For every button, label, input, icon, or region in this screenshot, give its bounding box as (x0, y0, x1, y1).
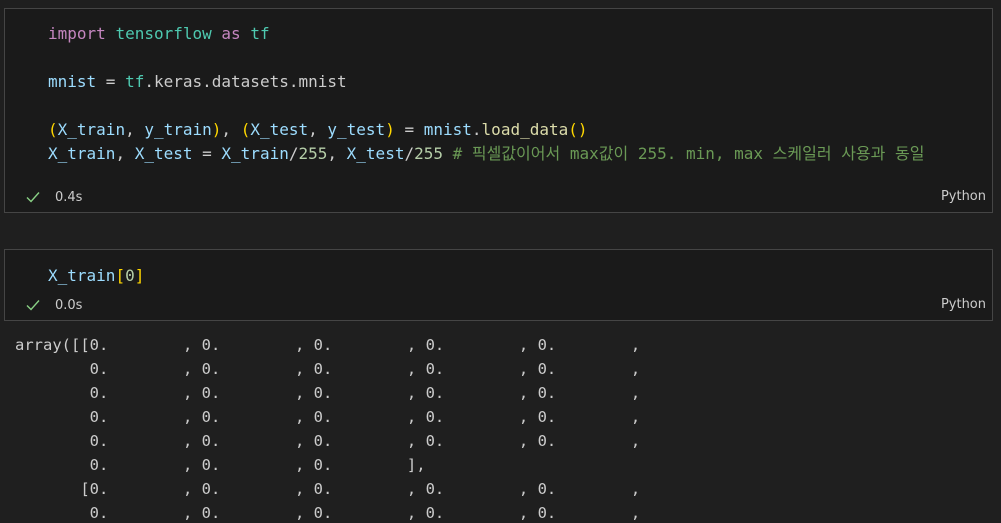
code-editor[interactable]: X_train[0] (48, 264, 144, 288)
execution-time: 0.4s (55, 189, 83, 205)
code-token: = (96, 72, 126, 91)
code-line: (X_train, y_train), (X_test, y_test) = m… (48, 118, 924, 142)
code-token: y_test (327, 120, 386, 139)
code-line: mnist = tf.keras.datasets.mnist (48, 70, 924, 94)
cell-language[interactable]: Python (941, 188, 986, 206)
code-token: 255 (298, 144, 328, 163)
execution-status: 0.0s (25, 296, 82, 314)
code-token: X_train (57, 120, 126, 139)
output-line: 0. , 0. , 0. , 0. , 0. , (15, 360, 641, 378)
execution-time: 0.0s (55, 297, 83, 313)
code-token: 0 (125, 266, 135, 285)
code-token: import (48, 24, 106, 43)
code-token: mnist (48, 72, 97, 91)
check-icon (26, 300, 40, 311)
code-token: tensorflow (115, 24, 212, 43)
code-token: as (221, 24, 241, 43)
code-token: X_train (48, 266, 116, 285)
code-token: # 픽셀값이어서 max값이 255. min, max 스케일러 사용과 동일 (443, 144, 925, 163)
code-token: () (568, 120, 588, 139)
code-editor[interactable]: import tensorflow as tf mnist = tf.keras.… (48, 22, 924, 166)
code-token: X_test (250, 120, 309, 139)
code-token: X_test (134, 144, 193, 163)
code-token: .keras.datasets.mnist (144, 72, 347, 91)
code-token: mnist (423, 120, 472, 139)
code-token: 255 (414, 144, 443, 163)
cell-language[interactable]: Python (941, 296, 986, 314)
code-token: ] (134, 266, 145, 285)
code-token: ) (211, 120, 222, 139)
output-line: 0. , 0. , 0. , 0. , 0. , (15, 408, 641, 426)
code-line: X_train[0] (48, 264, 144, 288)
code-token: load_data (481, 120, 569, 139)
code-token: , (308, 120, 328, 139)
output-line: 0. , 0. , 0. , 0. , 0. , (15, 432, 641, 450)
code-token: , (125, 120, 145, 139)
code-token: X_train (221, 144, 289, 163)
output-line: array([[0. , 0. , 0. , 0. , 0. , (15, 336, 641, 354)
code-token: ( (240, 120, 251, 139)
code-token: tf (250, 24, 270, 43)
check-icon (26, 192, 40, 203)
code-token: . (471, 120, 482, 139)
output-line: 0. , 0. , 0. , 0. , 0. , (15, 504, 641, 522)
code-line: X_train, X_test = X_train/255, X_test/25… (48, 142, 924, 166)
code-token: X_test (346, 144, 405, 163)
cell-output: array([[0. , 0. , 0. , 0. , 0. , 0. , 0.… (15, 333, 995, 523)
code-cell-2[interactable]: X_train[0] 0.0s Python (4, 249, 993, 321)
code-token: , (115, 144, 135, 163)
code-token: = (192, 144, 222, 163)
output-line: 0. , 0. , 0. , 0. , 0. , (15, 384, 641, 402)
code-cell-1[interactable]: import tensorflow as tf mnist = tf.keras.… (4, 8, 993, 213)
code-token: = (394, 120, 424, 139)
code-token: ( (48, 120, 58, 139)
output-line: [0. , 0. , 0. , 0. , 0. , (15, 480, 641, 498)
code-token: y_train (144, 120, 212, 139)
code-token: [ (115, 266, 126, 285)
notebook-editor: import tensorflow as tf mnist = tf.keras.… (0, 0, 1001, 523)
code-token: X_train (48, 144, 116, 163)
code-line: import tensorflow as tf (48, 22, 924, 46)
code-token: ) (385, 120, 395, 139)
output-line: 0. , 0. , 0. ], (15, 456, 426, 474)
execution-status: 0.4s (25, 188, 82, 206)
code-token: , (327, 144, 347, 163)
code-token: / (404, 144, 415, 163)
code-token: tf (125, 72, 145, 91)
code-token: , (221, 120, 241, 139)
